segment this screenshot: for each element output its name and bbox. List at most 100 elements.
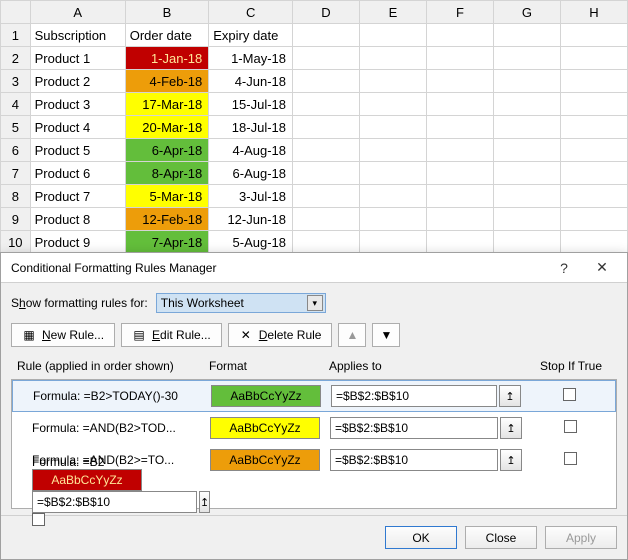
col-header-b[interactable]: B <box>125 1 209 24</box>
cell[interactable] <box>560 47 627 70</box>
col-header-a[interactable]: A <box>30 1 125 24</box>
cell[interactable] <box>293 231 360 254</box>
cell[interactable] <box>360 116 427 139</box>
cell[interactable]: 6-Aug-18 <box>209 162 293 185</box>
cell[interactable] <box>360 47 427 70</box>
table-row[interactable]: 8Product 75-Mar-183-Jul-18 <box>1 185 628 208</box>
cell[interactable] <box>426 24 493 47</box>
cell[interactable]: Product 7 <box>30 185 125 208</box>
row-header[interactable]: 1 <box>1 24 31 47</box>
cell[interactable] <box>360 208 427 231</box>
table-row[interactable]: 2Product 11-Jan-181-May-18 <box>1 47 628 70</box>
cell[interactable]: 4-Feb-18 <box>125 70 209 93</box>
cell[interactable] <box>293 162 360 185</box>
cell[interactable]: 5-Mar-18 <box>125 185 209 208</box>
show-rules-combo[interactable]: This Worksheet ▾ <box>156 293 326 313</box>
new-rule-button[interactable]: ▦ New Rule... <box>11 323 115 347</box>
row-header[interactable]: 4 <box>1 93 31 116</box>
cell[interactable]: Product 2 <box>30 70 125 93</box>
table-row[interactable]: 4Product 317-Mar-1815-Jul-18 <box>1 93 628 116</box>
cell[interactable] <box>293 185 360 208</box>
cell[interactable] <box>560 70 627 93</box>
table-row[interactable]: 3Product 24-Feb-184-Jun-18 <box>1 70 628 93</box>
cell[interactable] <box>560 24 627 47</box>
applies-to-input[interactable] <box>330 417 498 439</box>
range-picker-icon[interactable]: ↥ <box>199 491 210 513</box>
cell[interactable]: 5-Aug-18 <box>209 231 293 254</box>
cell[interactable]: 1-May-18 <box>209 47 293 70</box>
cell[interactable] <box>360 24 427 47</box>
cell[interactable]: 17-Mar-18 <box>125 93 209 116</box>
col-header-g[interactable]: G <box>493 1 560 24</box>
apply-button[interactable]: Apply <box>545 526 617 549</box>
cell[interactable] <box>293 70 360 93</box>
cell[interactable] <box>426 231 493 254</box>
cell[interactable]: Subscription <box>30 24 125 47</box>
cell[interactable] <box>493 139 560 162</box>
applies-to-input[interactable] <box>330 449 498 471</box>
cell[interactable] <box>426 116 493 139</box>
cell[interactable] <box>560 208 627 231</box>
cell[interactable] <box>360 162 427 185</box>
cell[interactable] <box>426 139 493 162</box>
cell[interactable]: 4-Jun-18 <box>209 70 293 93</box>
row-header[interactable]: 7 <box>1 162 31 185</box>
dropdown-icon[interactable]: ▾ <box>307 295 323 311</box>
help-button[interactable]: ? <box>545 260 583 276</box>
cell[interactable] <box>293 208 360 231</box>
cell[interactable]: Expiry date <box>209 24 293 47</box>
row-header[interactable]: 2 <box>1 47 31 70</box>
move-up-button[interactable]: ▲ <box>338 323 366 347</box>
cell[interactable] <box>426 162 493 185</box>
cell[interactable] <box>560 231 627 254</box>
cell[interactable]: 3-Jul-18 <box>209 185 293 208</box>
cell[interactable] <box>293 116 360 139</box>
cell[interactable] <box>426 208 493 231</box>
cell[interactable]: 1-Jan-18 <box>125 47 209 70</box>
cell[interactable] <box>493 70 560 93</box>
stop-if-true-checkbox[interactable] <box>32 513 45 526</box>
col-header-f[interactable]: F <box>426 1 493 24</box>
cell[interactable] <box>493 24 560 47</box>
range-picker-icon[interactable]: ↥ <box>500 449 522 471</box>
row-header[interactable]: 10 <box>1 231 31 254</box>
cell[interactable] <box>560 116 627 139</box>
row-header[interactable]: 5 <box>1 116 31 139</box>
cell[interactable]: Product 8 <box>30 208 125 231</box>
row-header[interactable]: 3 <box>1 70 31 93</box>
cell[interactable]: 6-Apr-18 <box>125 139 209 162</box>
cell[interactable]: Product 3 <box>30 93 125 116</box>
move-down-button[interactable]: ▼ <box>372 323 400 347</box>
cell[interactable] <box>493 47 560 70</box>
cell[interactable] <box>560 185 627 208</box>
cell[interactable] <box>360 70 427 93</box>
row-header[interactable]: 9 <box>1 208 31 231</box>
cell[interactable] <box>360 231 427 254</box>
cell[interactable] <box>493 185 560 208</box>
select-all-corner[interactable] <box>1 1 31 24</box>
cell[interactable] <box>293 47 360 70</box>
cell[interactable]: Product 6 <box>30 162 125 185</box>
cell[interactable] <box>293 139 360 162</box>
range-picker-icon[interactable]: ↥ <box>500 417 522 439</box>
applies-to-input[interactable] <box>32 491 197 513</box>
rule-row[interactable]: Formula: =B2>TODAY()-30AaBbCcYyZz↥ <box>12 380 616 412</box>
cell[interactable] <box>426 185 493 208</box>
table-row[interactable]: 7Product 68-Apr-186-Aug-18 <box>1 162 628 185</box>
row-header[interactable]: 8 <box>1 185 31 208</box>
cell[interactable] <box>560 93 627 116</box>
cell[interactable]: 12-Jun-18 <box>209 208 293 231</box>
ok-button[interactable]: OK <box>385 526 457 549</box>
delete-rule-button[interactable]: ✕ Delete Rule <box>228 323 333 347</box>
stop-if-true-checkbox[interactable] <box>564 420 577 433</box>
edit-rule-button[interactable]: ▤ Edit Rule... <box>121 323 222 347</box>
cell[interactable]: Order date <box>125 24 209 47</box>
cell[interactable] <box>293 24 360 47</box>
cell[interactable] <box>493 162 560 185</box>
table-row[interactable]: 10Product 97-Apr-185-Aug-18 <box>1 231 628 254</box>
rule-row[interactable]: Formula: =B2AaBbCcYyZz↥ <box>12 476 616 508</box>
cell[interactable]: Product 5 <box>30 139 125 162</box>
cell[interactable] <box>493 208 560 231</box>
close-x-button[interactable]: ✕ <box>583 259 621 276</box>
close-button[interactable]: Close <box>465 526 537 549</box>
